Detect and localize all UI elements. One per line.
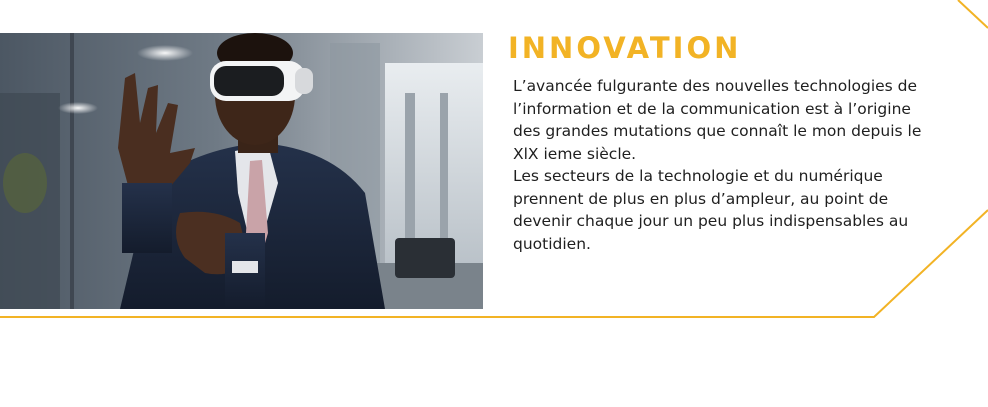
paragraph-1: L’avancée fulgurante des nouvelles techn… [513,77,922,163]
paragraph-2: Les secteurs de la technologie et du num… [513,167,909,253]
innovation-card: INNOVATION L’avancée fulgurante des nouv… [0,0,988,407]
section-title: INNOVATION [508,31,742,65]
section-body: L’avancée fulgurante des nouvelles techn… [513,75,933,255]
vr-headset-photo [0,33,483,309]
